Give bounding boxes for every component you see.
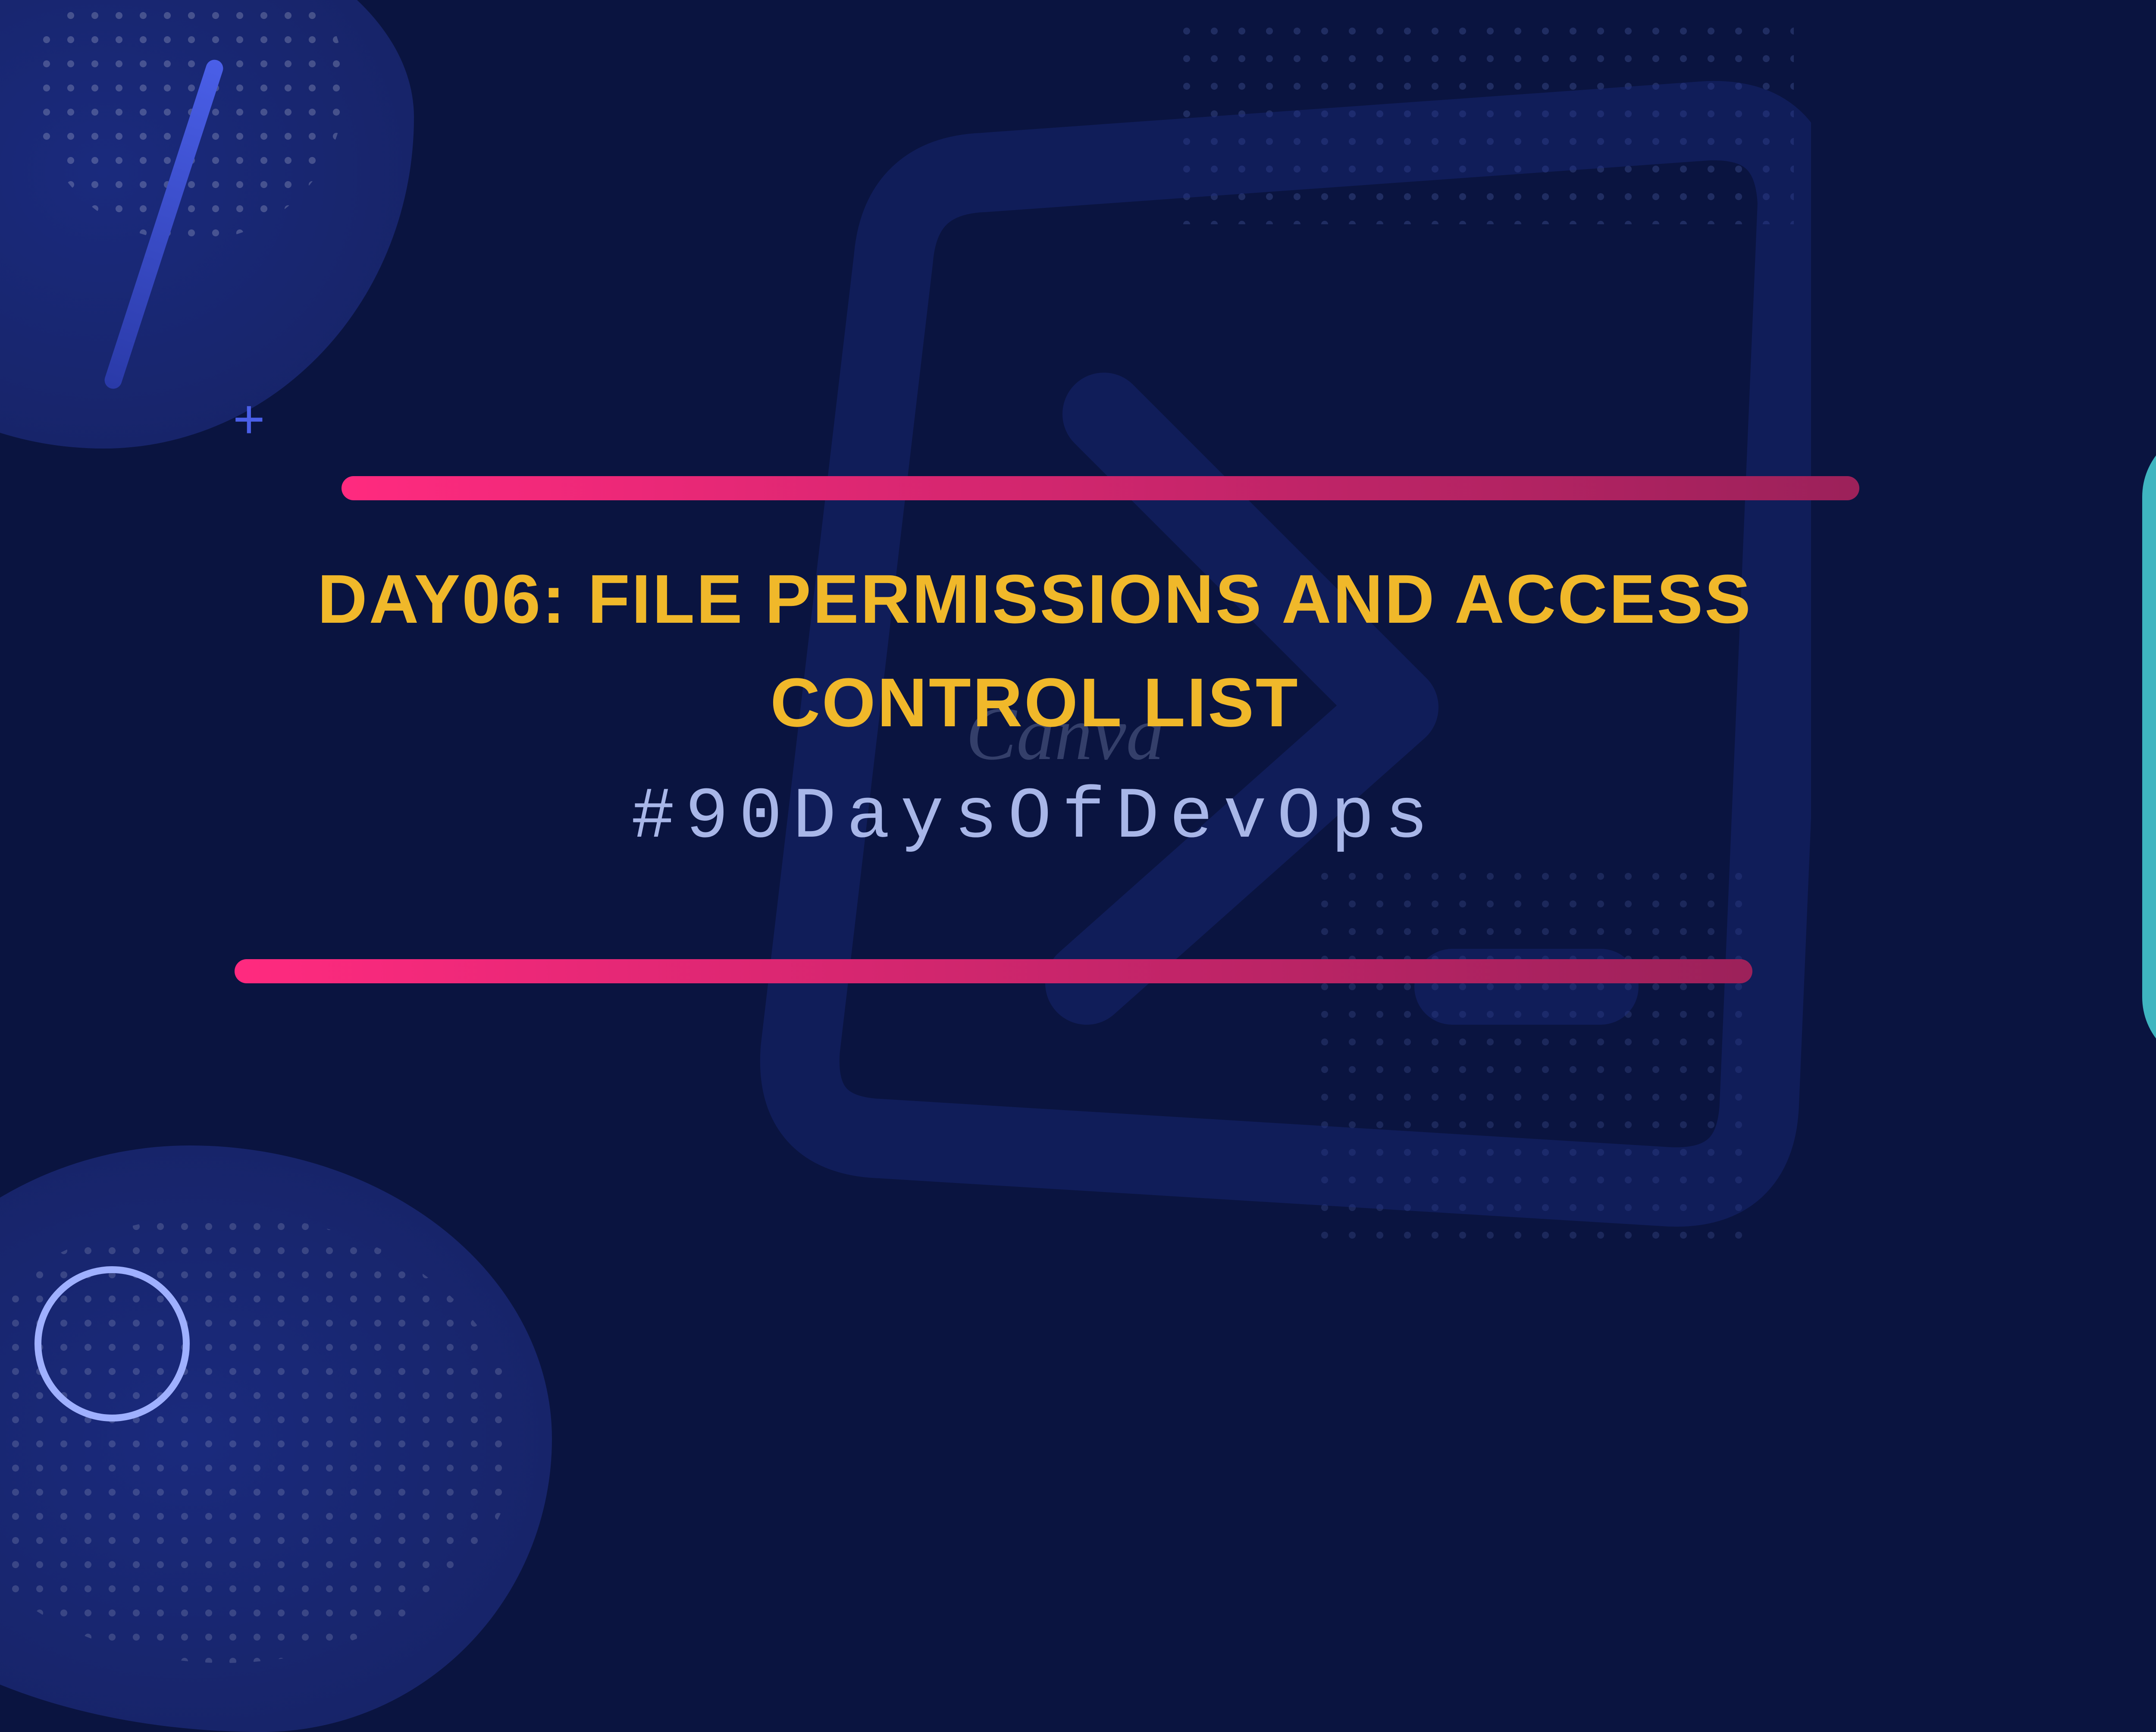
title-block: DAY06: FILE PERMISSIONS AND ACCESS CONTR… <box>224 549 1846 859</box>
decor-bar-top <box>342 476 1859 500</box>
hashtag-subtitle: #90DaysOfDevOps <box>224 776 1846 859</box>
title-line-1: DAY06: FILE PERMISSIONS AND ACCESS <box>224 549 1846 652</box>
decor-blob-bottom-left <box>0 1145 552 1732</box>
plus-icon: + <box>233 388 265 452</box>
decor-ring <box>34 1266 190 1421</box>
tux-card: 010 110 <box>2142 428 2156 1066</box>
decor-bar-bottom <box>235 959 1752 983</box>
title-line-2: CONTROL LIST <box>224 652 1846 756</box>
